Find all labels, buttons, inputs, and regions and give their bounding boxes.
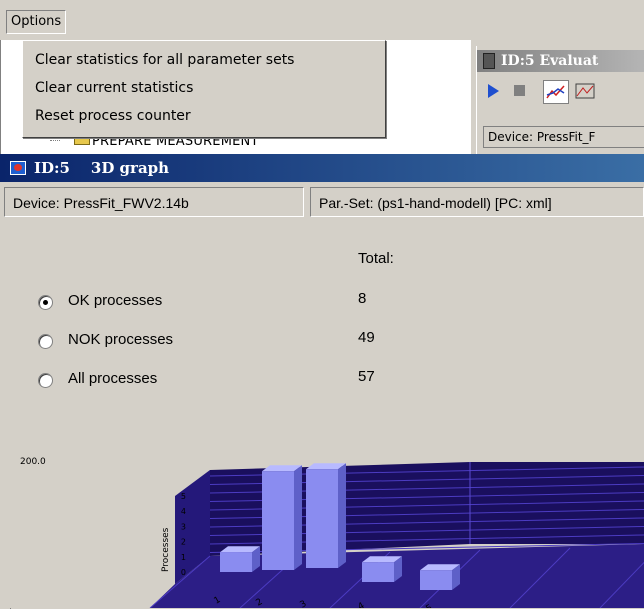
bar-side <box>294 465 302 570</box>
stop-icon[interactable] <box>507 80 531 102</box>
radio-nok-processes[interactable] <box>38 334 53 349</box>
bar <box>306 469 338 568</box>
total-header: Total: <box>358 250 394 267</box>
total-nok: 49 <box>358 329 375 346</box>
y-tick-label: 1 <box>181 553 186 562</box>
tree-connector <box>50 140 60 141</box>
y-tick-label: 2 <box>181 538 186 547</box>
eval-title-text: ID:5 Evaluat <box>501 53 599 69</box>
graph-icon[interactable] <box>543 80 569 104</box>
graph-app-icon <box>10 161 26 175</box>
device-field: Device: PressFit_FWV2.14b <box>4 187 304 217</box>
y-axis-label: Processes <box>161 527 171 572</box>
play-icon[interactable] <box>481 80 505 102</box>
window-title-bar[interactable]: ID:5 3D graph <box>0 154 644 182</box>
bar <box>420 570 452 590</box>
total-ok: 8 <box>358 290 367 307</box>
evaluation-window: ID:5 Evaluat Device: PressFit_F <box>476 46 644 156</box>
label-ok-processes[interactable]: OK processes <box>68 292 162 309</box>
label-nok-processes[interactable]: NOK processes <box>68 331 173 348</box>
eval-device-field: Device: PressFit_F <box>483 126 644 148</box>
eval-toolbar <box>479 76 644 106</box>
options-dropdown: Clear statistics for all parameter sets … <box>22 40 386 138</box>
menu-bar: Options <box>0 0 644 40</box>
radio-all-processes[interactable] <box>38 373 53 388</box>
y-tick-label: 4 <box>181 507 186 516</box>
radio-ok-processes[interactable] <box>38 295 53 310</box>
graph-window: ID:5 3D graph Device: PressFit_FWV2.14b … <box>0 154 644 609</box>
window-title: ID:5 3D graph <box>34 159 170 177</box>
parameter-set-field: Par.-Set: (ps1-hand-modell) [PC: xml] <box>310 187 644 217</box>
bar <box>362 562 394 582</box>
eval-title-bar[interactable]: ID:5 Evaluat <box>477 50 644 72</box>
bar-side <box>338 463 346 568</box>
options-menu[interactable]: Options <box>6 10 67 34</box>
label-all-processes[interactable]: All processes <box>68 370 157 387</box>
menu-item-clear-all-statistics[interactable]: Clear statistics for all parameter sets <box>35 49 294 71</box>
bar <box>262 471 294 570</box>
calculator-icon <box>483 53 495 69</box>
menu-item-clear-current-statistics[interactable]: Clear current statistics <box>35 77 193 99</box>
3d-bar-chart: 200.0Processes01234512345 <box>10 444 644 608</box>
bar <box>220 552 252 572</box>
y-tick-label: 0 <box>181 568 186 577</box>
menu-item-reset-process-counter[interactable]: Reset process counter <box>35 105 191 127</box>
y-tick-label: 5 <box>181 492 186 501</box>
chart-icon[interactable] <box>573 80 597 102</box>
chart-corner-label: 200.0 <box>20 457 46 467</box>
total-all: 57 <box>358 368 375 385</box>
y-tick-label: 3 <box>181 522 186 531</box>
